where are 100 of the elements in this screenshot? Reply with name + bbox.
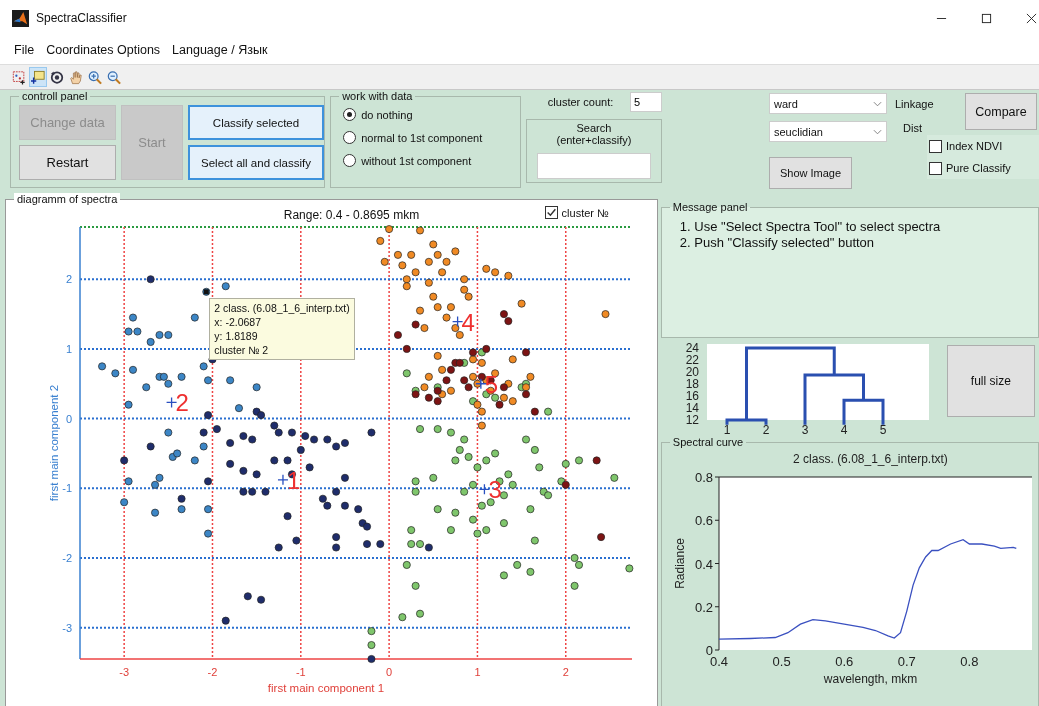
axis-label: first main component 1 (267, 682, 385, 694)
tick-label: 0.8 (960, 654, 979, 669)
menu-item[interactable]: File (8, 43, 41, 57)
full-size-button[interactable]: full size (946, 345, 1035, 417)
checkbox-label: cluster № (561, 206, 609, 219)
tick-label: 0.6 (694, 513, 713, 529)
centroid-icon (451, 315, 464, 328)
tick-label: -1 (295, 666, 306, 678)
checkbox[interactable] (929, 139, 942, 153)
centroid-icon (277, 474, 289, 486)
chart-title: Range: 0.4 - 0.8695 mkm (283, 208, 420, 222)
action-button[interactable]: Restart (19, 145, 116, 180)
search-label: Search (576, 122, 612, 134)
rotate-icon (50, 69, 64, 85)
logo-icon (12, 9, 29, 27)
datatip-line: x: -2.0687 (214, 314, 262, 329)
tick-label: 0.8 (694, 470, 713, 485)
tick-label: -3 (62, 621, 72, 634)
tick-label: 24 (685, 341, 699, 355)
toolbar-button[interactable] (29, 67, 47, 87)
message-line: 1. Use "Select Spectra Tool" to select spectra (678, 219, 942, 235)
linkage-dropdown[interactable]: ward (769, 93, 887, 114)
radio-label: do nothing (361, 108, 413, 121)
radio-label: normal to 1st component (361, 131, 483, 144)
cluster-label: 4 (461, 308, 475, 336)
panel-title: Spectral curve (671, 436, 745, 448)
datatip-line: y: 1.8189 (214, 328, 259, 343)
tick-label: 20 (685, 365, 699, 379)
chart-title: 2 class. (6.08_1_6_interp.txt) (792, 452, 948, 466)
tick-label: 1 (474, 666, 481, 678)
tick-label: 2 (562, 666, 569, 678)
tick-label: -2 (62, 551, 72, 564)
tick-label: -2 (207, 666, 218, 678)
datatip-line: 2 class. (6.08_1_6_interp.txt) (214, 300, 350, 315)
leaf-label: 3 (801, 423, 809, 436)
tick-label: 0.4 (694, 556, 713, 572)
tick-label: 0.2 (694, 599, 713, 615)
action-button[interactable]: Classify selected (188, 105, 324, 140)
radio-button[interactable] (343, 108, 357, 121)
radio-button[interactable] (343, 154, 357, 167)
field-label: cluster count: (547, 96, 614, 108)
zoom-in-icon (88, 69, 102, 85)
cluster-count-field[interactable]: 5 (630, 92, 662, 112)
tick-label: 22 (685, 353, 699, 367)
datatip-line: cluster № 2 (214, 342, 270, 357)
cluster-label: 2 (175, 389, 189, 417)
centroid-icon (165, 396, 178, 409)
maximize-icon[interactable] (981, 12, 992, 24)
field-label: Dist (902, 122, 923, 134)
search-field[interactable] (536, 153, 651, 179)
field-label: Linkage (895, 98, 935, 110)
cluster-label: 5 (484, 370, 499, 398)
panel-title: work with data (341, 90, 414, 102)
tick-label: 12 (685, 413, 699, 427)
checkbox[interactable] (929, 161, 942, 175)
window-title: SpectraClassifier (36, 11, 127, 25)
tick-label: 2 (65, 273, 72, 286)
leaf-label: 4 (840, 423, 848, 436)
tick-label: -3 (119, 666, 130, 678)
tick-label: 18 (685, 377, 699, 391)
hand-icon (69, 69, 83, 85)
message-line: 2. Push "Classify selected" button (678, 235, 876, 251)
compare-button[interactable]: Compare (965, 93, 1037, 130)
tick-label: 0.6 (835, 654, 854, 669)
close-icon[interactable] (1026, 12, 1037, 24)
panel-title: diagramm of spectra (14, 193, 121, 205)
tick-label: 0 (65, 412, 72, 425)
panel-title: controll panel (21, 90, 89, 102)
note-cursor-icon (31, 69, 45, 85)
leaf-label: 2 (762, 423, 770, 436)
chevron-icon (873, 128, 882, 135)
centroid-icon (475, 378, 487, 390)
menu-item[interactable]: Coordinates Options (40, 43, 167, 57)
tick-label: 0.7 (897, 654, 916, 669)
tick-label: 0 (386, 666, 393, 678)
radio-label: without 1st component (361, 154, 472, 167)
dotted-rectangle-icon (12, 69, 26, 85)
zoom-out-icon (107, 69, 121, 85)
tick-label: 0.5 (772, 654, 791, 669)
tick-label: 1 (65, 342, 72, 355)
menu-item[interactable]: Language / Язык (166, 43, 274, 57)
axis-label: first main component 2 (48, 384, 60, 502)
checkbox[interactable] (544, 206, 558, 219)
leaf-label: 1 (723, 423, 731, 436)
radio-button[interactable] (343, 131, 357, 144)
tick-label: -1 (62, 482, 72, 495)
checkbox-label: Index NDVI (946, 140, 1003, 152)
checkbox-label: Pure Classify (946, 162, 1011, 174)
distance-dropdown[interactable]: seuclidian (769, 121, 887, 142)
axis-label: Radiance (672, 538, 687, 589)
chevron-icon (873, 100, 882, 107)
tick-label: 14 (685, 401, 699, 415)
show-image-button[interactable]: Show Image (769, 157, 852, 189)
tick-label: 16 (685, 389, 699, 403)
centroid-icon (478, 483, 491, 495)
leaf-label: 5 (879, 423, 887, 436)
panel-title: Message panel (671, 201, 749, 213)
axis-label: wavelength, mkm (823, 672, 918, 686)
search-label: (enter+classify) (556, 134, 632, 146)
action-button[interactable]: Select all and classify (188, 145, 324, 180)
